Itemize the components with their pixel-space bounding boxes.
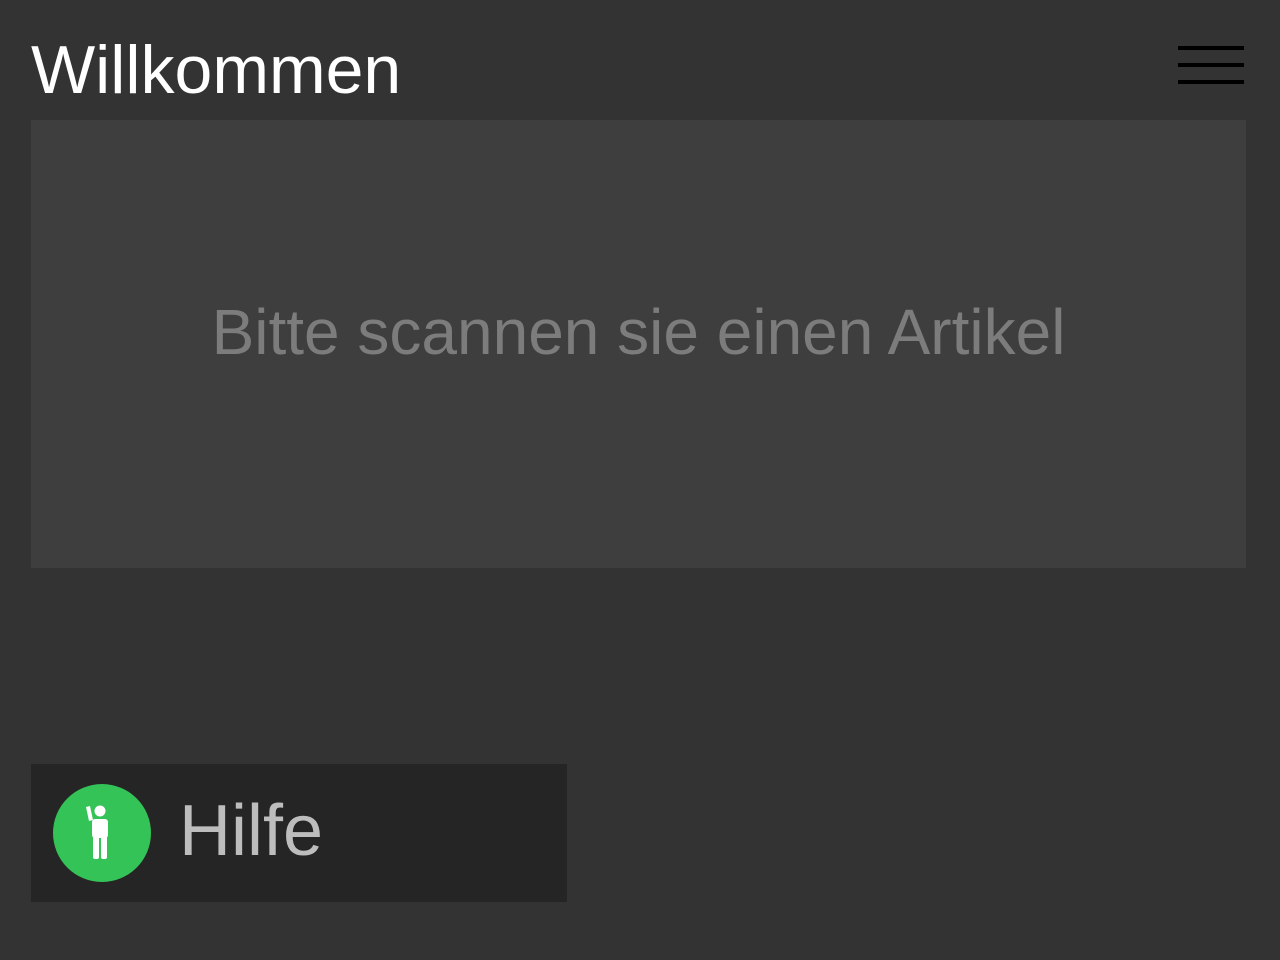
kiosk-screen: Willkommen Bitte scannen sie einen Artik… [0, 0, 1280, 960]
page-title: Willkommen [31, 32, 402, 108]
scan-panel: Bitte scannen sie einen Artikel [31, 120, 1246, 568]
help-button[interactable]: Hilfe [31, 764, 567, 902]
person-raising-hand-icon [53, 784, 151, 882]
menu-line [1178, 63, 1244, 67]
menu-line [1178, 46, 1244, 50]
scan-prompt: Bitte scannen sie einen Artikel [211, 296, 1066, 368]
menu-line [1178, 80, 1244, 84]
menu-button[interactable] [1178, 44, 1246, 86]
help-label: Hilfe [179, 791, 324, 871]
